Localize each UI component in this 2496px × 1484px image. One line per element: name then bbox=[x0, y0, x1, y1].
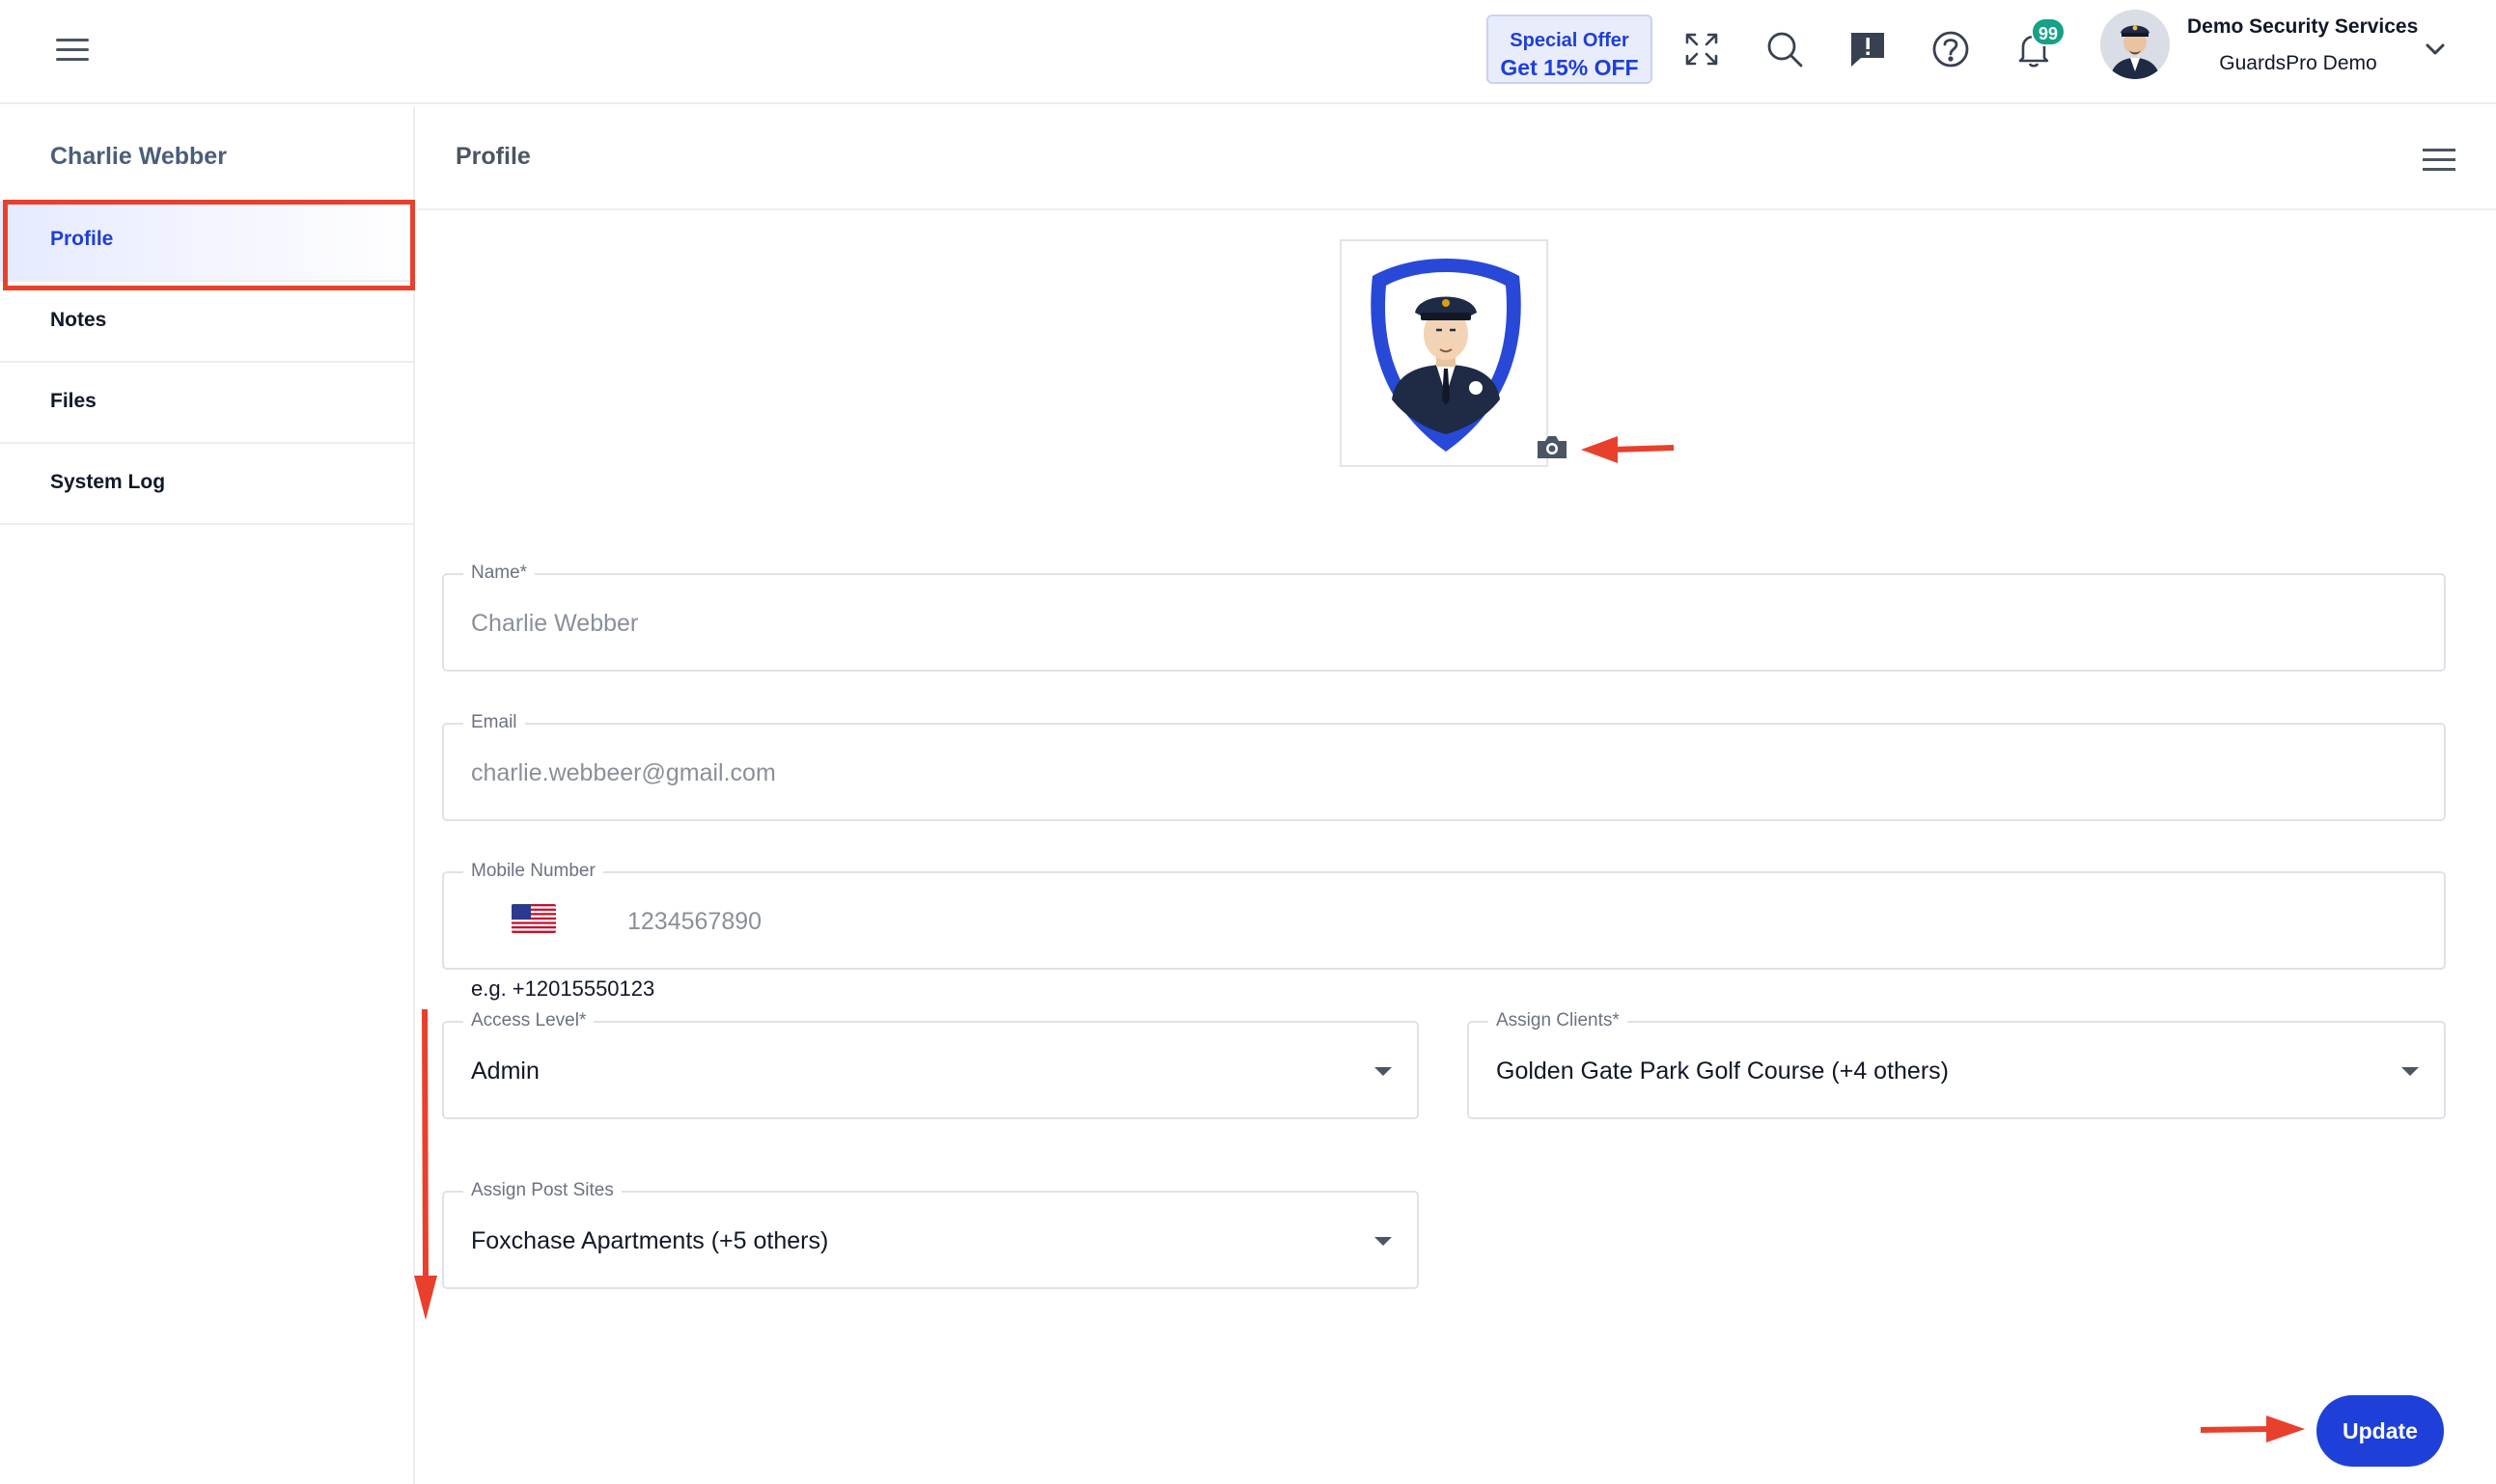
assign-clients-label: Assign Clients* bbox=[1488, 1010, 1627, 1031]
fullscreen-icon[interactable] bbox=[1679, 27, 1724, 71]
mobile-label: Mobile Number bbox=[463, 861, 603, 882]
dropdown-arrow-icon bbox=[1374, 1067, 1392, 1076]
search-icon[interactable] bbox=[1762, 27, 1807, 71]
sidebar-item-notes[interactable]: Notes bbox=[0, 282, 413, 363]
name-value: Charlie Webber bbox=[471, 610, 639, 637]
special-offer-button[interactable]: Special Offer Get 15% OFF bbox=[1486, 14, 1652, 84]
dropdown-arrow-icon bbox=[2401, 1067, 2419, 1076]
us-flag-icon[interactable] bbox=[512, 904, 556, 933]
page-title: Profile bbox=[456, 143, 531, 170]
sidebar-item-label: Notes bbox=[50, 309, 107, 331]
user-avatar[interactable] bbox=[2100, 10, 2170, 79]
sidebar-item-label: System Log bbox=[50, 471, 166, 493]
name-label: Name* bbox=[463, 563, 536, 584]
sidebar: Charlie Webber Profile Notes Files Syste… bbox=[0, 106, 415, 1484]
top-bar: Special Offer Get 15% OFF 99 Demo Securi… bbox=[0, 0, 2496, 104]
offer-title: Special Offer bbox=[1510, 30, 1629, 51]
sidebar-user-name: Charlie Webber bbox=[50, 143, 227, 170]
name-field[interactable]: Name* Charlie Webber bbox=[442, 563, 2446, 672]
dropdown-arrow-icon bbox=[1374, 1237, 1392, 1246]
annotation-arrow-camera bbox=[1581, 436, 1675, 463]
company-name: Demo Security Services bbox=[2187, 15, 2419, 38]
sidebar-item-label: Files bbox=[50, 390, 97, 412]
assign-clients-select[interactable]: Assign Clients* Golden Gate Park Golf Co… bbox=[1467, 1010, 2446, 1119]
access-level-label: Access Level* bbox=[463, 1010, 595, 1031]
annotation-arrow-down bbox=[414, 1008, 437, 1320]
access-level-select[interactable]: Access Level* Admin bbox=[442, 1010, 1419, 1119]
feedback-icon[interactable] bbox=[1845, 27, 1890, 71]
notification-badge: 99 bbox=[2031, 17, 2066, 46]
assign-clients-value: Golden Gate Park Golf Course (+4 others) bbox=[1496, 1058, 1949, 1085]
access-level-value: Admin bbox=[471, 1058, 540, 1085]
sidebar-item-system-log[interactable]: System Log bbox=[0, 444, 413, 525]
sidebar-item-files[interactable]: Files bbox=[0, 363, 413, 444]
update-button[interactable]: Update bbox=[2316, 1395, 2444, 1467]
assign-post-sites-label: Assign Post Sites bbox=[463, 1180, 622, 1201]
account-name: GuardsPro Demo bbox=[2219, 52, 2377, 74]
guard-shield-icon bbox=[1371, 259, 1521, 452]
annotation-arrow-update bbox=[2200, 1415, 2305, 1443]
assign-post-sites-select[interactable]: Assign Post Sites Foxchase Apartments (+… bbox=[442, 1180, 1419, 1289]
annotation-highlight-box bbox=[3, 200, 415, 290]
offer-discount: Get 15% OFF bbox=[1500, 55, 1639, 80]
camera-icon[interactable] bbox=[1536, 433, 1568, 460]
profile-photo bbox=[1340, 239, 1548, 467]
content-header: Profile bbox=[417, 106, 2496, 210]
email-label: Email bbox=[463, 712, 525, 733]
email-field[interactable]: Email charlie.webbeer@gmail.com bbox=[442, 712, 2446, 821]
email-value: charlie.webbeer@gmail.com bbox=[471, 759, 776, 786]
mobile-number-field[interactable]: Mobile Number 1234567890 bbox=[442, 861, 2446, 970]
mobile-hint: e.g. +12015550123 bbox=[471, 976, 655, 1001]
chevron-down-icon[interactable] bbox=[2421, 35, 2450, 64]
assign-post-sites-value: Foxchase Apartments (+5 others) bbox=[471, 1227, 829, 1254]
mobile-value: 1234567890 bbox=[627, 908, 763, 935]
help-icon[interactable] bbox=[1928, 27, 1973, 71]
account-info[interactable]: Demo Security Services GuardsPro Demo bbox=[2187, 15, 2419, 75]
content-menu-icon[interactable] bbox=[2423, 147, 2455, 174]
hamburger-menu-icon[interactable] bbox=[56, 35, 93, 64]
